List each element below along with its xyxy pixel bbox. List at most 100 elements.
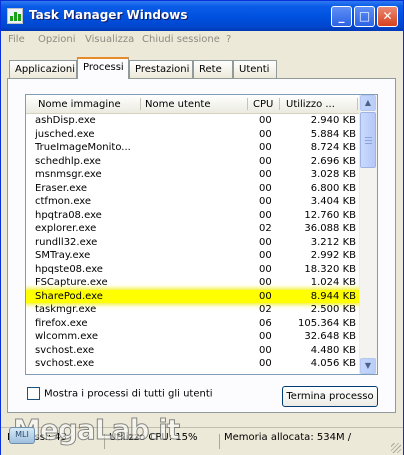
column-header-cpu[interactable]: CPU xyxy=(253,99,273,110)
process-row[interactable]: ctfmon.exe 00 3.404 KB xyxy=(26,195,359,209)
scroll-thumb[interactable] xyxy=(360,112,376,168)
process-cpu: 00 xyxy=(259,250,272,261)
process-row[interactable]: taskmgr.exe 02 2.500 KB xyxy=(26,303,359,317)
menu-help[interactable]: ? xyxy=(226,34,231,45)
process-cpu: 00 xyxy=(259,331,272,342)
process-cpu: 00 xyxy=(259,358,272,369)
process-memory: 2.940 KB xyxy=(310,115,356,126)
process-memory: 8.724 KB xyxy=(310,142,356,153)
column-header-user-name[interactable]: Nome utente xyxy=(145,99,211,110)
process-memory: 36.088 KB xyxy=(304,223,356,234)
process-cpu: 00 xyxy=(259,290,272,302)
process-cpu: 02 xyxy=(259,223,272,234)
process-row[interactable]: hpqste08.exe 00 18.320 KB xyxy=(26,263,359,277)
menu-bar: File Opzioni Visualizza Chiudi sessione … xyxy=(1,31,403,49)
process-cpu: 02 xyxy=(259,304,272,315)
process-cpu: 00 xyxy=(259,142,272,153)
process-name: firefox.exe xyxy=(35,317,88,329)
tab-rete[interactable]: Rete xyxy=(193,60,233,78)
process-name: SharePod.exe xyxy=(35,290,103,302)
menu-chiudi-sessione[interactable]: Chiudi sessione xyxy=(142,34,220,45)
process-rows: ashDisp.exe 00 2.940 KB jusched.exe 00 5.884 … xyxy=(26,114,359,371)
tab-processi[interactable]: Processi xyxy=(77,57,129,79)
end-process-button[interactable]: Termina processo xyxy=(282,386,378,407)
process-row[interactable]: Eraser.exe 00 6.800 KB xyxy=(26,182,359,196)
column-header-memory[interactable]: Utilizzo ... xyxy=(286,99,335,110)
process-row[interactable]: hpqtra08.exe 00 12.760 KB xyxy=(26,209,359,223)
process-cpu: 00 xyxy=(259,344,272,356)
process-cpu: 00 xyxy=(259,196,272,207)
process-row[interactable]: TrueImageMonito... 00 8.724 KB xyxy=(26,141,359,155)
process-memory: 32.648 KB xyxy=(304,331,356,342)
menu-opzioni[interactable]: Opzioni xyxy=(38,34,75,45)
process-memory: 3.028 KB xyxy=(310,169,356,180)
process-memory: 2.500 KB xyxy=(310,304,356,315)
minimize-button[interactable]: _ xyxy=(331,6,352,27)
process-name: ashDisp.exe xyxy=(35,115,96,126)
vertical-scrollbar[interactable]: ▲ ▼ xyxy=(359,95,377,374)
process-row[interactable]: explorer.exe 02 36.088 KB xyxy=(26,222,359,236)
title-bar[interactable]: Task Manager Windows _ □ ✕ xyxy=(1,1,403,31)
tab-utenti[interactable]: Utenti xyxy=(233,60,277,78)
show-all-users-checkbox[interactable] xyxy=(27,387,40,400)
process-name: hpqste08.exe xyxy=(35,263,103,275)
process-name: explorer.exe xyxy=(35,223,97,234)
scroll-up-button[interactable]: ▲ xyxy=(360,95,376,111)
process-row[interactable]: jusched.exe 00 5.884 KB xyxy=(26,128,359,142)
process-memory: 4.056 KB xyxy=(310,358,356,369)
tab-prestazioni[interactable]: Prestazioni xyxy=(129,60,193,78)
process-memory: 1.024 KB xyxy=(310,277,356,288)
process-row[interactable]: wlcomm.exe 00 32.648 KB xyxy=(26,330,359,344)
process-list[interactable]: Nome immagine Nome utente CPU Utilizzo .… xyxy=(25,94,378,375)
process-row[interactable]: svchost.exe 00 4.056 KB xyxy=(26,357,359,371)
process-name: FSCapture.exe xyxy=(35,277,108,288)
close-button[interactable]: ✕ xyxy=(377,6,398,27)
process-row[interactable]: FSCapture.exe 00 1.024 KB xyxy=(26,276,359,290)
process-cpu: 00 xyxy=(259,155,272,167)
task-manager-icon xyxy=(7,8,23,24)
menu-visualizza[interactable]: Visualizza xyxy=(85,34,134,45)
process-name: Eraser.exe xyxy=(35,182,88,194)
process-row[interactable]: svchost.exe 00 4.480 KB xyxy=(26,344,359,358)
process-cpu: 00 xyxy=(259,115,272,126)
process-name: rundll32.exe xyxy=(35,236,98,248)
process-row[interactable]: ashDisp.exe 00 2.940 KB xyxy=(26,114,359,128)
process-row[interactable]: SMTray.exe 00 2.992 KB xyxy=(26,249,359,263)
process-cpu: 00 xyxy=(259,128,272,140)
process-row[interactable]: rundll32.exe 00 3.212 KB xyxy=(26,236,359,250)
scroll-down-button[interactable]: ▼ xyxy=(360,358,376,374)
process-cpu: 00 xyxy=(259,236,272,248)
show-all-users-label: Mostra i processi di tutti gli utenti xyxy=(44,388,213,400)
tab-strip: Applicazioni Processi Prestazioni Rete U… xyxy=(1,57,403,79)
process-memory: 12.760 KB xyxy=(304,209,356,221)
process-cpu: 00 xyxy=(259,182,272,194)
process-name: hpqtra08.exe xyxy=(35,209,102,221)
column-header-image-name[interactable]: Nome immagine xyxy=(38,99,121,110)
process-name: msnmsgr.exe xyxy=(35,169,102,180)
process-name: ctfmon.exe xyxy=(35,196,92,207)
tab-applicazioni[interactable]: Applicazioni xyxy=(9,60,77,78)
process-memory: 105.364 KB xyxy=(298,317,356,329)
process-row[interactable]: msnmsgr.exe 00 3.028 KB xyxy=(26,168,359,182)
process-memory: 6.800 KB xyxy=(310,182,356,194)
watermark-logo: MegaLab.it xyxy=(12,413,180,447)
maximize-button[interactable]: □ xyxy=(354,6,375,27)
process-memory: 3.404 KB xyxy=(310,196,356,207)
show-all-users-option[interactable]: Mostra i processi di tutti gli utenti xyxy=(27,387,213,400)
process-row[interactable]: SharePod.exe 00 8.944 KB xyxy=(26,289,359,303)
process-name: svchost.exe xyxy=(35,358,95,369)
process-row[interactable]: schedhlp.exe 00 2.696 KB xyxy=(26,155,359,169)
menu-file[interactable]: File xyxy=(8,34,25,45)
process-memory: 18.320 KB xyxy=(304,263,356,275)
resize-grip[interactable] xyxy=(391,443,401,453)
process-row[interactable]: firefox.exe 06 105.364 KB xyxy=(26,317,359,331)
process-cpu: 00 xyxy=(259,169,272,180)
process-name: svchost.exe xyxy=(35,344,95,356)
process-memory: 3.212 KB xyxy=(310,236,356,248)
process-name: SMTray.exe xyxy=(35,250,91,261)
status-memory: Memoria allocata: 534M / xyxy=(224,432,352,443)
process-cpu: 00 xyxy=(259,277,272,288)
process-cpu: 06 xyxy=(259,317,272,329)
list-header: Nome immagine Nome utente CPU Utilizzo .… xyxy=(26,95,359,114)
task-manager-window: Task Manager Windows _ □ ✕ File Opzioni … xyxy=(0,0,404,455)
